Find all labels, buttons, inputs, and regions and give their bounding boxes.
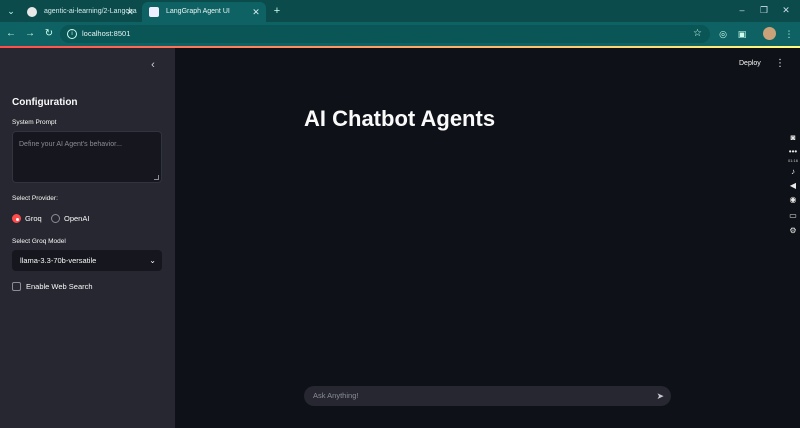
chevron-down-icon[interactable]: ⌄ [149,250,156,271]
collapse-sidebar-icon[interactable]: ‹ [146,58,160,72]
browser-menu-icon[interactable]: ⋮ [782,27,796,41]
tab-github[interactable]: agentic-ai-learning/2-Langcha ✕ [20,2,140,22]
model-select-value: llama-3.3-70b-versatile [20,256,97,265]
radio-dot[interactable] [51,214,60,223]
maximize-icon[interactable]: ❐ [756,3,772,17]
streamlit-icon [149,7,159,17]
extension-icon[interactable]: ◎ [716,27,730,41]
forward-icon[interactable]: → [23,27,37,41]
tab-title: agentic-ai-learning/2-Langcha [44,8,137,15]
github-icon [27,7,37,17]
tab-langgraph[interactable]: LangGraph Agent UI ✕ [142,2,266,22]
system-prompt-label: System Prompt [12,119,57,126]
minimize-icon[interactable]: – [734,3,750,17]
microphone-icon[interactable]: ♪ [786,166,800,177]
model-label: Select Groq Model [12,238,66,245]
reload-icon[interactable]: ↻ [42,27,56,41]
send-icon[interactable]: ➤ [656,386,664,406]
window-close-icon[interactable]: ✕ [778,3,794,17]
radio-label: OpenAI [64,214,90,223]
back-icon[interactable]: ← [4,27,18,41]
sidebar-heading: Configuration [12,97,78,108]
system-prompt-textarea[interactable]: Define your AI Agent's behavior... [12,131,162,183]
main-menu-icon[interactable]: ⋮ [775,57,785,71]
url-text: localhost:8501 [82,29,131,38]
address-bar[interactable]: i localhost:8501 ☆ [60,25,710,43]
deploy-button[interactable]: Deploy [739,57,761,71]
speaker-icon[interactable]: ◀ [786,180,800,191]
settings-gear-icon[interactable]: ⚙ [786,225,800,236]
browser-window: ⌄ agentic-ai-learning/2-Langcha ✕ LangGr… [0,0,800,428]
more-icon[interactable]: ••• [786,146,800,157]
camera-icon[interactable]: ◙ [786,132,800,143]
main-content: Deploy ⋮ AI Chatbot Agents Ask Anything!… [175,48,800,428]
bookmark-star-icon[interactable]: ☆ [693,27,702,41]
sidebar: ‹ Configuration System Prompt Define you… [0,48,175,428]
tab-title: LangGraph Agent UI [166,8,230,15]
extensions-puzzle-icon[interactable]: ▣ [735,27,749,41]
resize-grip-icon[interactable] [154,175,159,180]
radio-label: Groq [25,214,42,223]
profile-avatar[interactable] [763,27,776,40]
tab-strip: ⌄ agentic-ai-learning/2-Langcha ✕ LangGr… [0,0,800,22]
close-tab-icon[interactable]: ✕ [125,2,135,22]
browser-toolbar: ← → ↻ i localhost:8501 ☆ ◎ ▣ ⋮ [0,22,800,46]
webcam-icon[interactable]: ◉ [786,194,800,205]
system-prompt-placeholder: Define your AI Agent's behavior... [19,141,122,148]
model-select[interactable]: llama-3.3-70b-versatile ⌄ [12,250,162,271]
tab-search-icon[interactable]: ⌄ [4,4,18,18]
page-title: AI Chatbot Agents [304,106,496,131]
checkbox-box[interactable] [12,282,21,291]
provider-label: Select Provider: [12,195,58,202]
new-tab-button[interactable]: + [270,4,284,18]
chat-input-placeholder: Ask Anything! [313,391,359,400]
recording-timer: 01:16 [787,158,798,163]
screens-icon[interactable]: ▭ [786,210,800,221]
radio-dot[interactable] [12,214,21,223]
chat-input[interactable]: Ask Anything! ➤ [304,386,671,406]
close-tab-icon[interactable]: ✕ [251,2,261,22]
recorder-rail: ◙ ••• 01:16 ♪ ◀ ◉ ▭ ⚙ [786,124,800,239]
web-search-label: Enable Web Search [26,282,93,291]
site-info-icon[interactable]: i [67,29,77,39]
